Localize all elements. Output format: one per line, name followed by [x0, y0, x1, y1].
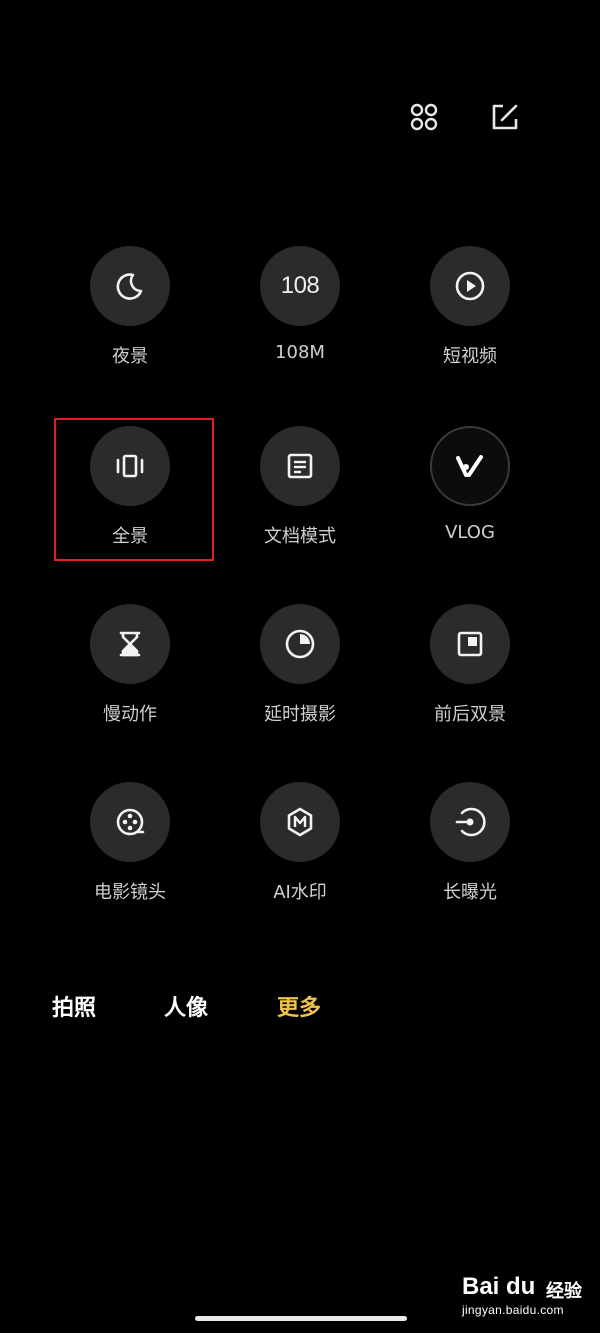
mode-timelapse[interactable]: 延时摄影	[215, 604, 385, 726]
mode-short-video[interactable]: 短视频	[385, 246, 555, 368]
moon-icon	[90, 246, 170, 326]
mode-ai-watermark[interactable]: AI水印	[215, 782, 385, 904]
tab-portrait[interactable]: 人像	[164, 990, 208, 1022]
top-toolbar	[0, 100, 600, 140]
mode-label: VLOG	[445, 522, 495, 543]
mode-vlog[interactable]: VLOG	[385, 426, 555, 543]
mode-label: 电影镜头	[94, 882, 166, 903]
mode-label: AI水印	[273, 882, 327, 903]
long-exposure-icon	[430, 782, 510, 862]
bottom-mode-tabs: 拍照 人像 更多	[0, 990, 600, 1030]
mode-108m[interactable]: 108 108M	[215, 246, 385, 363]
highlight-box	[54, 418, 214, 561]
mode-label: 前后双景	[434, 704, 506, 725]
mode-label: 延时摄影	[264, 704, 336, 725]
mode-label: 夜景	[112, 346, 148, 367]
mode-dual-view[interactable]: 前后双景	[385, 604, 555, 726]
tab-photo[interactable]: 拍照	[52, 990, 96, 1022]
watermark-url: jingyan.baidu.com	[462, 1303, 564, 1317]
document-icon	[260, 426, 340, 506]
dual-view-icon	[430, 604, 510, 684]
grid-icon[interactable]	[407, 100, 441, 134]
mode-movie-lens[interactable]: 电影镜头	[45, 782, 215, 904]
mode-label: 长曝光	[443, 882, 497, 903]
watermark-text: 经验	[546, 1281, 582, 1302]
mode-label: 108M	[275, 342, 325, 363]
baidu-logo: Bai du	[462, 1273, 536, 1300]
mode-label: 文档模式	[264, 526, 336, 547]
mode-slow-motion[interactable]: 慢动作	[45, 604, 215, 726]
108-icon: 108	[260, 246, 340, 326]
mode-label: 慢动作	[103, 704, 157, 725]
vlog-icon	[430, 426, 510, 506]
mode-document[interactable]: 文档模式	[215, 426, 385, 548]
mode-night[interactable]: 夜景	[45, 246, 215, 368]
ai-watermark-icon	[260, 782, 340, 862]
108-icon-text: 108	[280, 272, 320, 299]
timelapse-icon	[260, 604, 340, 684]
baidu-jingyan-watermark: Bai du 经验 jingyan.baidu.com	[458, 1265, 588, 1325]
edit-icon[interactable]	[488, 100, 522, 134]
film-reel-icon	[90, 782, 170, 862]
tab-more[interactable]: 更多	[277, 990, 321, 1022]
play-icon	[430, 246, 510, 326]
mode-long-exposure[interactable]: 长曝光	[385, 782, 555, 904]
mode-label: 短视频	[443, 346, 497, 367]
home-indicator[interactable]	[195, 1316, 407, 1321]
hourglass-icon	[90, 604, 170, 684]
